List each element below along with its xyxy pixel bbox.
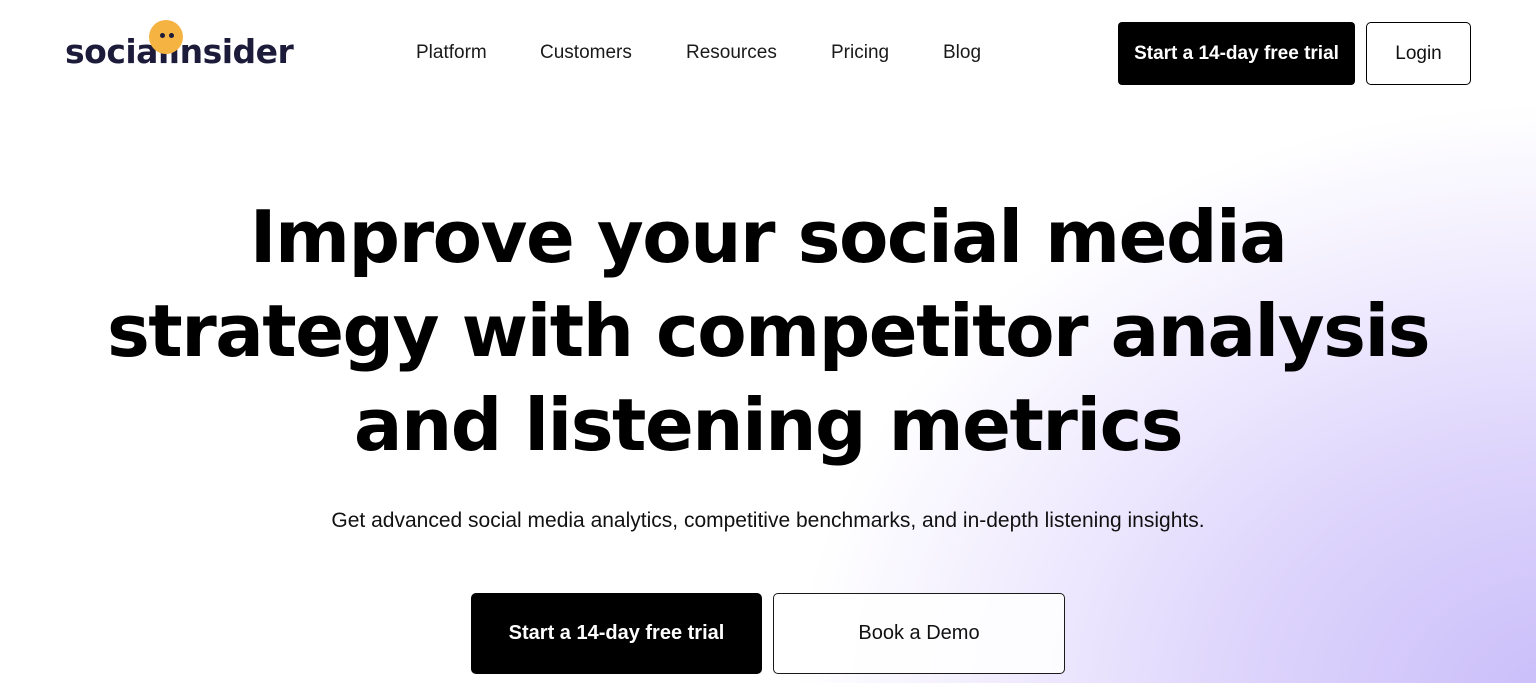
nav-item-blog[interactable]: Blog	[943, 42, 981, 64]
nav-item-platform[interactable]: Platform	[416, 42, 487, 64]
nav-item-customers[interactable]: Customers	[540, 42, 632, 64]
hero-trial-button[interactable]: Start a 14-day free trial	[471, 593, 762, 674]
login-button[interactable]: Login	[1366, 22, 1471, 85]
hero-title-line-1: Improve your social media	[249, 195, 1288, 279]
logo[interactable]: socialinsider	[65, 20, 294, 74]
site-header: socialinsider Platform Customers Resourc…	[0, 0, 1536, 108]
smiley-dot-icon	[149, 20, 183, 54]
book-demo-button[interactable]: Book a Demo	[773, 593, 1065, 674]
hero-title-line-2: strategy with competitor analysis	[106, 289, 1431, 373]
hero-subtitle: Get advanced social media analytics, com…	[331, 509, 1205, 532]
hero-title-line-3: and listening metrics	[353, 383, 1184, 467]
hero-title: Improve your social media strategy with …	[0, 190, 1536, 472]
header-trial-button[interactable]: Start a 14-day free trial	[1118, 22, 1355, 85]
nav-item-pricing[interactable]: Pricing	[831, 42, 889, 64]
nav-item-resources[interactable]: Resources	[686, 42, 777, 64]
landing-page: socialinsider Platform Customers Resourc…	[0, 0, 1536, 683]
